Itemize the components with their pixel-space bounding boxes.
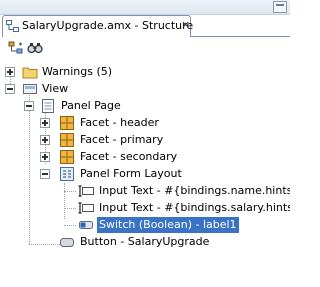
tree-node-panel-page[interactable]: Panel Page [0, 97, 290, 115]
tree-node-panel-form-layout[interactable]: Panel Form Layout [0, 165, 290, 183]
tree-label: Facet - primary [80, 133, 164, 146]
tree-node-facet-primary[interactable]: Facet - primary [0, 131, 290, 149]
form-layout-icon [60, 167, 74, 181]
facet-icon [60, 116, 74, 130]
top-bar [0, 0, 290, 15]
structure-tab[interactable]: SalaryUpgrade.amx - Structure × [2, 15, 194, 37]
tree-label: Input Text - #{bindings.salary.hints.lab… [99, 201, 290, 214]
facet-icon [60, 133, 74, 147]
tree-label: Panel Form Layout [80, 167, 182, 180]
tree-node-input-text-name[interactable]: Input Text - #{bindings.name.hints.label… [0, 182, 290, 200]
button-icon [60, 238, 74, 247]
structure-icon [6, 20, 19, 32]
folder-icon [22, 67, 38, 79]
toolbar [0, 37, 290, 59]
tree-label: Input Text - #{bindings.name.hints.label… [99, 184, 290, 197]
tree-node-input-text-salary[interactable]: Input Text - #{bindings.salary.hints.lab… [0, 199, 290, 217]
collapse-icon[interactable] [24, 101, 34, 111]
tree-label-selected: Switch (Boolean) - label1 [97, 217, 239, 233]
collapse-icon[interactable] [5, 84, 15, 94]
tree-label: Facet - header [80, 116, 159, 129]
hierarchy-icon[interactable] [8, 41, 24, 55]
structure-tree: Warnings (5) View Panel Page Facet - hea… [0, 61, 290, 287]
tree-node-facet-secondary[interactable]: Facet - secondary [0, 148, 290, 166]
expand-icon[interactable] [40, 135, 50, 145]
tree-node-button[interactable]: Button - SalaryUpgrade [0, 233, 290, 251]
close-icon[interactable]: × [181, 18, 190, 31]
expand-icon[interactable] [40, 118, 50, 128]
find-icon[interactable] [27, 41, 43, 55]
facet-icon [60, 150, 74, 164]
tree-label: Facet - secondary [80, 150, 178, 163]
minimize-panel-button[interactable] [273, 1, 287, 13]
tree-node-view[interactable]: View [0, 80, 290, 98]
input-text-icon [78, 185, 94, 197]
page-icon [42, 99, 54, 113]
view-icon [23, 84, 37, 94]
tree-label: View [42, 82, 69, 95]
tree-label: Button - SalaryUpgrade [80, 235, 210, 248]
expand-icon[interactable] [5, 67, 15, 77]
collapse-icon[interactable] [40, 169, 50, 179]
tree-label: Panel Page [61, 99, 121, 112]
tree-node-warnings[interactable]: Warnings (5) [0, 63, 290, 81]
switch-icon [79, 221, 93, 229]
tree-label: Warnings (5) [42, 65, 113, 78]
tab-title: SalaryUpgrade.amx - Structure [22, 19, 194, 32]
expand-icon[interactable] [40, 152, 50, 162]
tree-node-switch[interactable]: Switch (Boolean) - label1 [0, 216, 290, 234]
input-text-icon [78, 202, 94, 214]
tree-node-facet-header[interactable]: Facet - header [0, 114, 290, 132]
